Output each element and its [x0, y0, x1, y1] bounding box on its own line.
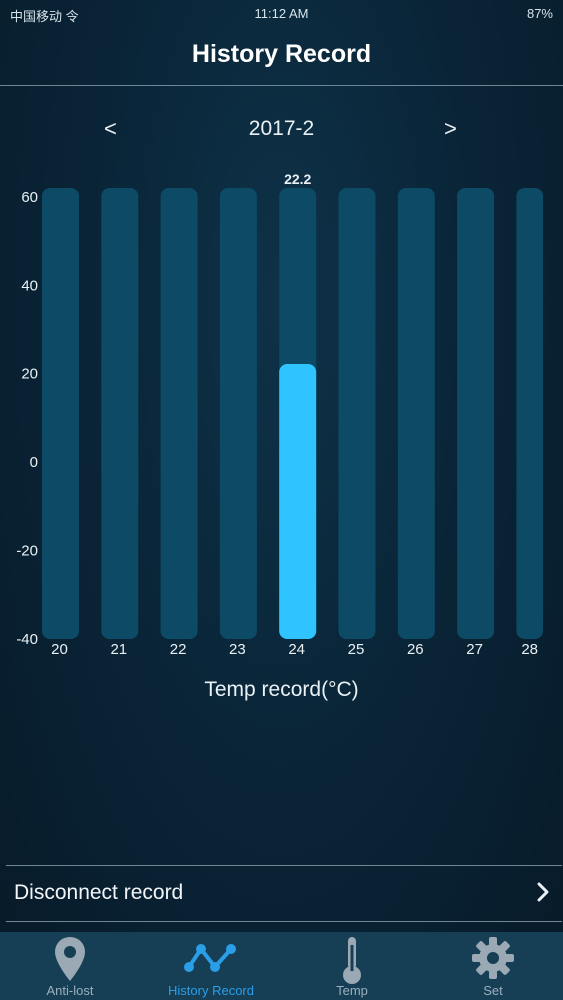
battery-text: 87%	[526, 6, 553, 21]
x-tick-label: 24	[288, 641, 305, 658]
bar-track	[457, 188, 495, 639]
header-divider	[0, 85, 563, 86]
disconnect-record-row[interactable]: Disconnect record	[6, 865, 562, 922]
clock-text: 11:12 AM	[254, 6, 309, 21]
y-tick-label: 0	[30, 454, 38, 471]
bar-track	[101, 188, 139, 639]
x-axis: 20 21 22 23 24 25 26 27 28	[51, 641, 538, 658]
page-title: History Record	[191, 40, 372, 68]
tab-label-anti-lost: Anti-lost	[46, 983, 94, 998]
tab-label-history-record: History Record	[168, 983, 254, 998]
x-tick-label: 22	[170, 641, 187, 658]
disconnect-record-label: Disconnect record	[14, 881, 184, 904]
tab-history-record[interactable]: History Record	[141, 932, 281, 1000]
tab-label-temp: Temp	[336, 983, 368, 998]
bar-track	[516, 188, 543, 639]
month-label: 2017-2	[248, 117, 315, 140]
tab-anti-lost[interactable]: Anti-lost	[0, 932, 140, 1000]
y-tick-label: 40	[21, 277, 38, 294]
x-tick-label: 26	[407, 641, 424, 658]
bar-track	[42, 188, 79, 639]
next-month-button[interactable]: >	[444, 116, 457, 142]
y-tick-label: 60	[21, 189, 38, 206]
status-bar: 中国移动 令 11:12 AM 87%	[0, 0, 563, 28]
x-tick-label: 27	[466, 641, 483, 658]
bar	[279, 363, 317, 639]
x-tick-label: 28	[521, 641, 538, 658]
bar-value-label: 22.2	[284, 171, 311, 187]
line-graph-icon	[183, 935, 239, 986]
tab-label-set: Set	[483, 983, 503, 998]
bar-track	[160, 188, 198, 639]
bar-track	[338, 188, 376, 639]
thermometer-icon	[339, 935, 365, 990]
tab-set[interactable]: Set	[423, 932, 563, 1000]
bar-track	[219, 188, 257, 639]
y-tick-label: -40	[16, 631, 38, 648]
tab-temp[interactable]: Temp	[282, 932, 422, 1000]
chevron-right-icon	[536, 881, 550, 908]
chart-caption: Temp record(°C)	[204, 678, 359, 701]
y-tick-label: -20	[16, 543, 38, 560]
x-tick-label: 25	[348, 641, 365, 658]
y-axis: 60 40 20 0 -20 -40	[16, 189, 38, 648]
location-pin-icon	[52, 935, 88, 988]
temperature-bar-chart: 60 40 20 0 -20 -40 22.2 20 21 22 23 24 25 26 27 28	[16, 171, 543, 658]
tab-bar: Anti-lost History Record Temp Set	[0, 932, 563, 1000]
x-tick-label: 20	[51, 641, 68, 658]
x-tick-label: 23	[229, 641, 246, 658]
y-tick-label: 20	[21, 366, 38, 383]
gear-icon	[470, 935, 516, 986]
x-tick-label: 21	[110, 641, 127, 658]
bar-track	[397, 188, 435, 639]
